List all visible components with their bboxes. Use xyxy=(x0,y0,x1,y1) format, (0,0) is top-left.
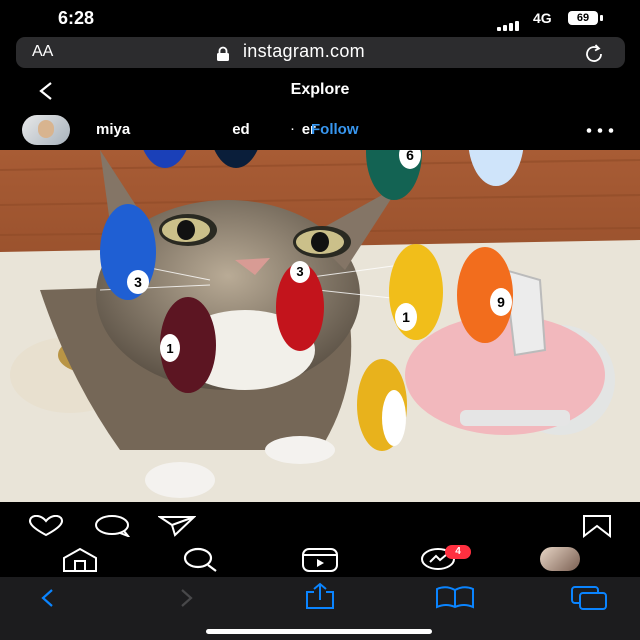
more-options-icon[interactable] xyxy=(586,128,614,133)
home-indicator[interactable] xyxy=(206,629,432,634)
post-photo[interactable]: 4 8 6 3 3 1 9 xyxy=(0,150,640,502)
tabs-icon[interactable] xyxy=(570,585,610,611)
ball-number: 3 xyxy=(296,264,303,279)
username-visible-start: miya xyxy=(96,121,131,138)
text-size-button[interactable]: AA xyxy=(32,43,53,61)
home-icon[interactable] xyxy=(60,547,100,573)
battery-icon: 69 xyxy=(568,11,598,25)
search-icon[interactable] xyxy=(180,547,220,573)
billiard-ball-1-yellow: 1 xyxy=(389,244,443,340)
follow-button[interactable]: Follow xyxy=(311,121,359,138)
cellular-signal-icon xyxy=(497,13,521,31)
billiard-ball-yellow-lower xyxy=(357,359,407,451)
lock-icon xyxy=(217,46,229,61)
share-send-icon[interactable] xyxy=(158,515,196,537)
reload-icon[interactable] xyxy=(583,43,605,65)
battery-cap xyxy=(600,15,603,21)
browser-back-icon[interactable] xyxy=(38,588,58,608)
address-bar[interactable]: AA instagram.com xyxy=(16,37,625,68)
username[interactable]: miya ed er xyxy=(96,121,316,138)
url-text[interactable]: instagram.com xyxy=(243,41,365,62)
profile-avatar[interactable] xyxy=(540,547,580,571)
instagram-tab-bar xyxy=(0,543,640,577)
comment-icon[interactable] xyxy=(92,515,132,537)
network-type: 4G xyxy=(533,10,552,26)
ball-number: 3 xyxy=(134,274,142,290)
ball-number: 1 xyxy=(402,309,410,325)
like-heart-icon[interactable] xyxy=(26,515,66,537)
separator-dot: · xyxy=(290,120,295,137)
status-time: 6:28 xyxy=(58,8,95,28)
username-visible-mid: ed xyxy=(232,121,250,138)
messages-badge: 4 xyxy=(445,545,471,559)
avatar[interactable] xyxy=(22,115,70,145)
billiard-ball-9-orange: 9 xyxy=(457,247,513,343)
billiard-ball-3-blue: 3 xyxy=(100,204,156,300)
post-actions xyxy=(0,505,640,543)
explore-header: Explore xyxy=(0,72,640,110)
ball-number: 9 xyxy=(497,294,505,310)
post-header: miya ed er · Follow xyxy=(0,110,640,150)
bookmark-icon[interactable] xyxy=(582,514,612,538)
reels-icon[interactable] xyxy=(300,547,340,573)
page-title: Explore xyxy=(290,81,350,98)
billiard-ball-maroon: 1 xyxy=(160,297,216,393)
browser-forward-icon[interactable] xyxy=(176,588,196,608)
share-icon[interactable] xyxy=(303,582,337,610)
bookmarks-book-icon[interactable] xyxy=(435,585,475,609)
ball-number: 6 xyxy=(406,150,414,163)
ball-number: 1 xyxy=(166,341,173,356)
status-bar: 6:28 4G 69 xyxy=(0,0,640,36)
